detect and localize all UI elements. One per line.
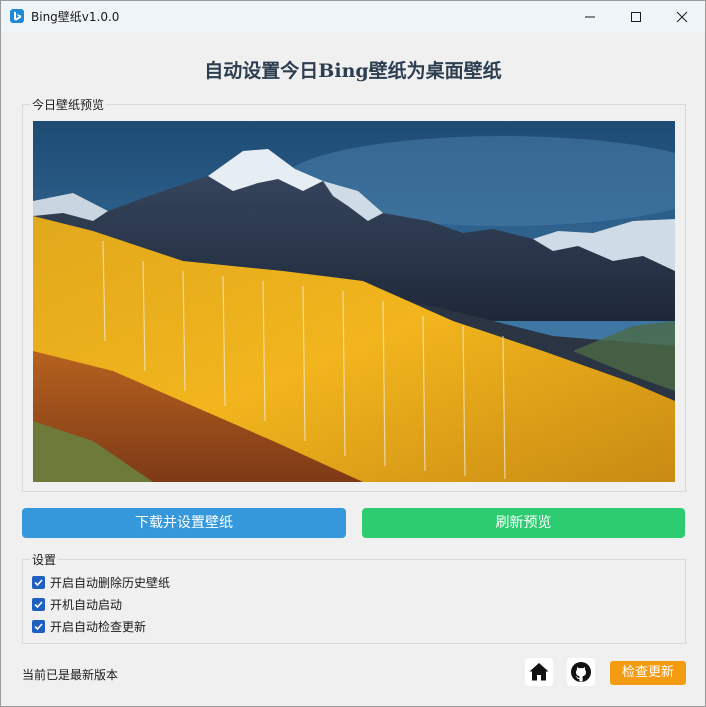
settings-group-label: 设置 bbox=[30, 551, 59, 568]
github-button[interactable] bbox=[567, 658, 595, 686]
minimize-icon bbox=[585, 16, 595, 18]
wallpaper-preview-image bbox=[33, 121, 675, 482]
close-button[interactable] bbox=[659, 1, 705, 32]
setting-label: 开启自动检查更新 bbox=[50, 620, 147, 634]
app-window: Bing壁纸v1.0.0 自动设置今日Bing壁纸为桌面壁纸 今日壁纸预览 下载… bbox=[0, 0, 706, 707]
close-icon bbox=[676, 11, 688, 23]
maximize-icon bbox=[631, 12, 641, 22]
checkbox-checked[interactable] bbox=[32, 576, 45, 589]
check-update-button[interactable]: 检查更新 bbox=[610, 661, 686, 685]
preview-group-label: 今日壁纸预览 bbox=[30, 96, 107, 113]
checkmark-icon bbox=[34, 601, 43, 609]
maximize-button[interactable] bbox=[613, 1, 659, 32]
setting-label: 开机自动启动 bbox=[50, 598, 123, 612]
download-and-set-button[interactable]: 下载并设置壁纸 bbox=[22, 508, 346, 538]
checkmark-icon bbox=[34, 579, 43, 587]
minimize-button[interactable] bbox=[567, 1, 613, 32]
title-bar[interactable]: Bing壁纸v1.0.0 bbox=[1, 1, 705, 32]
checkbox-checked[interactable] bbox=[32, 620, 45, 633]
checkbox-checked[interactable] bbox=[32, 598, 45, 611]
home-icon bbox=[529, 663, 549, 681]
bing-logo-icon bbox=[10, 9, 24, 23]
version-status-text: 当前已是最新版本 bbox=[22, 668, 119, 682]
page-heading: 自动设置今日Bing壁纸为桌面壁纸 bbox=[204, 60, 502, 82]
setting-label: 开启自动删除历史壁纸 bbox=[50, 576, 171, 590]
window-title: Bing壁纸v1.0.0 bbox=[31, 10, 120, 24]
checkmark-icon bbox=[34, 623, 43, 631]
github-icon bbox=[571, 662, 591, 682]
refresh-preview-button[interactable]: 刷新预览 bbox=[362, 508, 685, 538]
home-button[interactable] bbox=[525, 658, 553, 686]
